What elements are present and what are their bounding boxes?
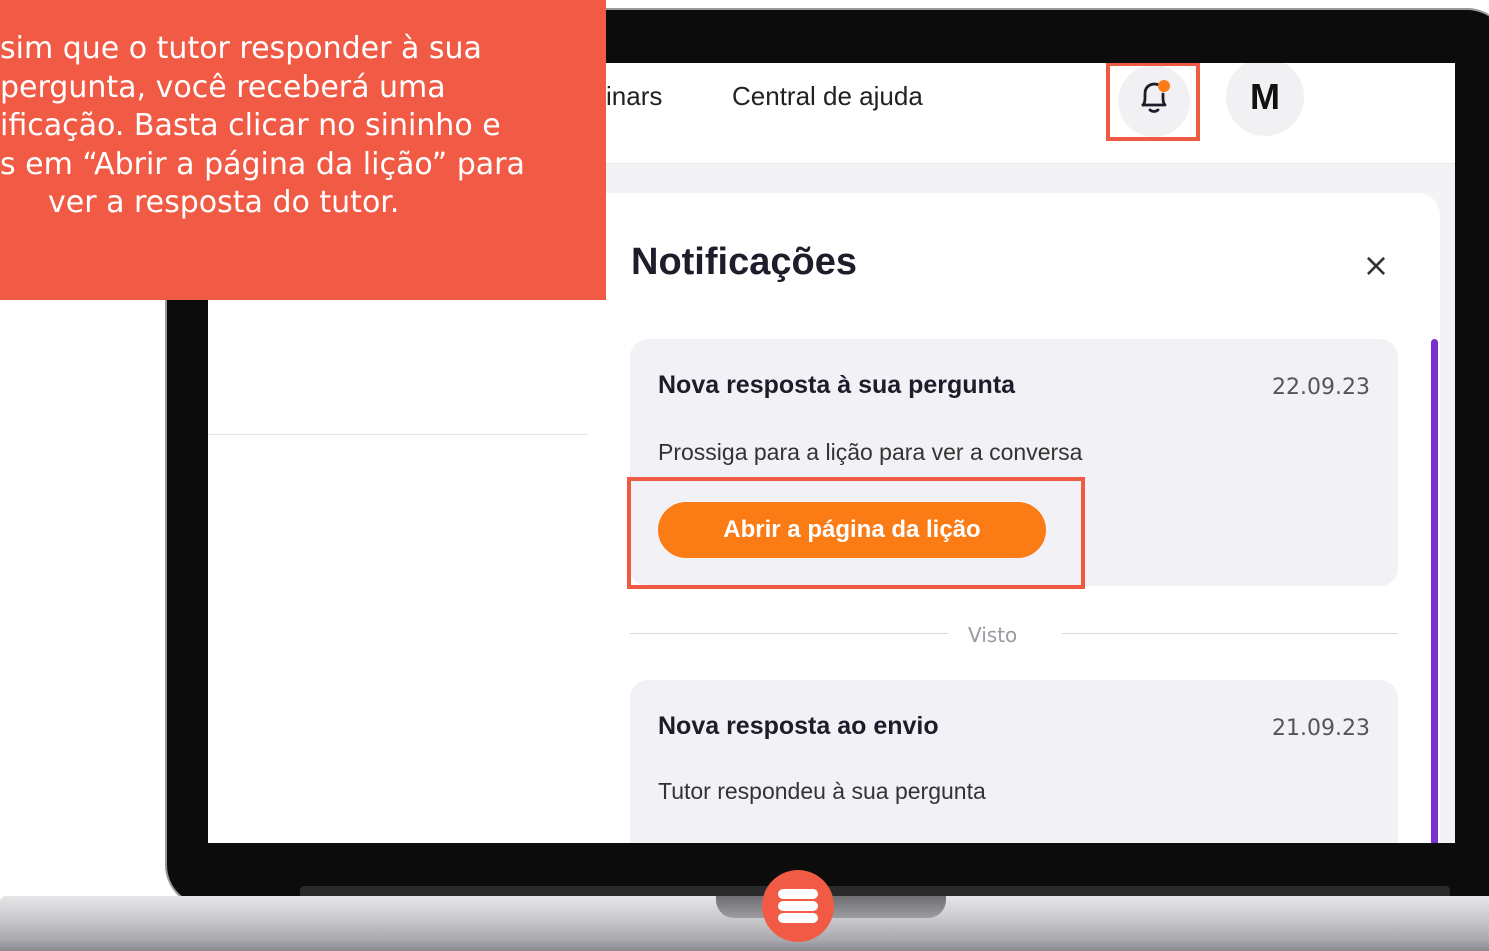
notification-card: Nova resposta ao envio 21.09.23 Tutor re… <box>630 680 1398 843</box>
callout-line: ificação. Basta clicar no sininho e <box>0 108 501 143</box>
instruction-callout: sim que o tutor responder à sua pergunta… <box>0 0 606 300</box>
notification-date: 21.09.23 <box>1272 716 1370 741</box>
scrollbar[interactable] <box>1431 339 1438 843</box>
notification-title: Nova resposta à sua pergunta <box>658 371 1016 399</box>
nav-link-help-center[interactable]: Central de ajuda <box>732 81 923 112</box>
close-icon[interactable]: × <box>1360 249 1392 281</box>
notification-body: Tutor respondeu à sua pergunta <box>658 778 986 804</box>
callout-line: s em “Abrir a página da lição” para <box>0 147 525 182</box>
button-highlight-box <box>627 477 1085 589</box>
callout-line: pergunta, você receberá uma <box>0 70 446 105</box>
panel-title: Notificações <box>631 241 857 283</box>
brand-logo <box>762 870 834 942</box>
notification-body: Prossiga para a lição para ver a convers… <box>658 439 1083 465</box>
bell-highlight-box <box>1106 63 1200 141</box>
divider-line-right <box>1062 633 1398 634</box>
notification-title: Nova resposta ao envio <box>658 712 939 740</box>
avatar[interactable]: M <box>1226 63 1304 136</box>
divider-line-left <box>630 633 948 634</box>
left-divider <box>208 434 588 435</box>
callout-line: sim que o tutor responder à sua <box>0 31 482 66</box>
callout-line: ver a resposta do tutor. <box>48 185 400 220</box>
seen-divider-label: Visto <box>968 623 1018 647</box>
notification-date: 22.09.23 <box>1272 375 1370 400</box>
nav-link-webinars[interactable]: inars <box>606 81 662 112</box>
